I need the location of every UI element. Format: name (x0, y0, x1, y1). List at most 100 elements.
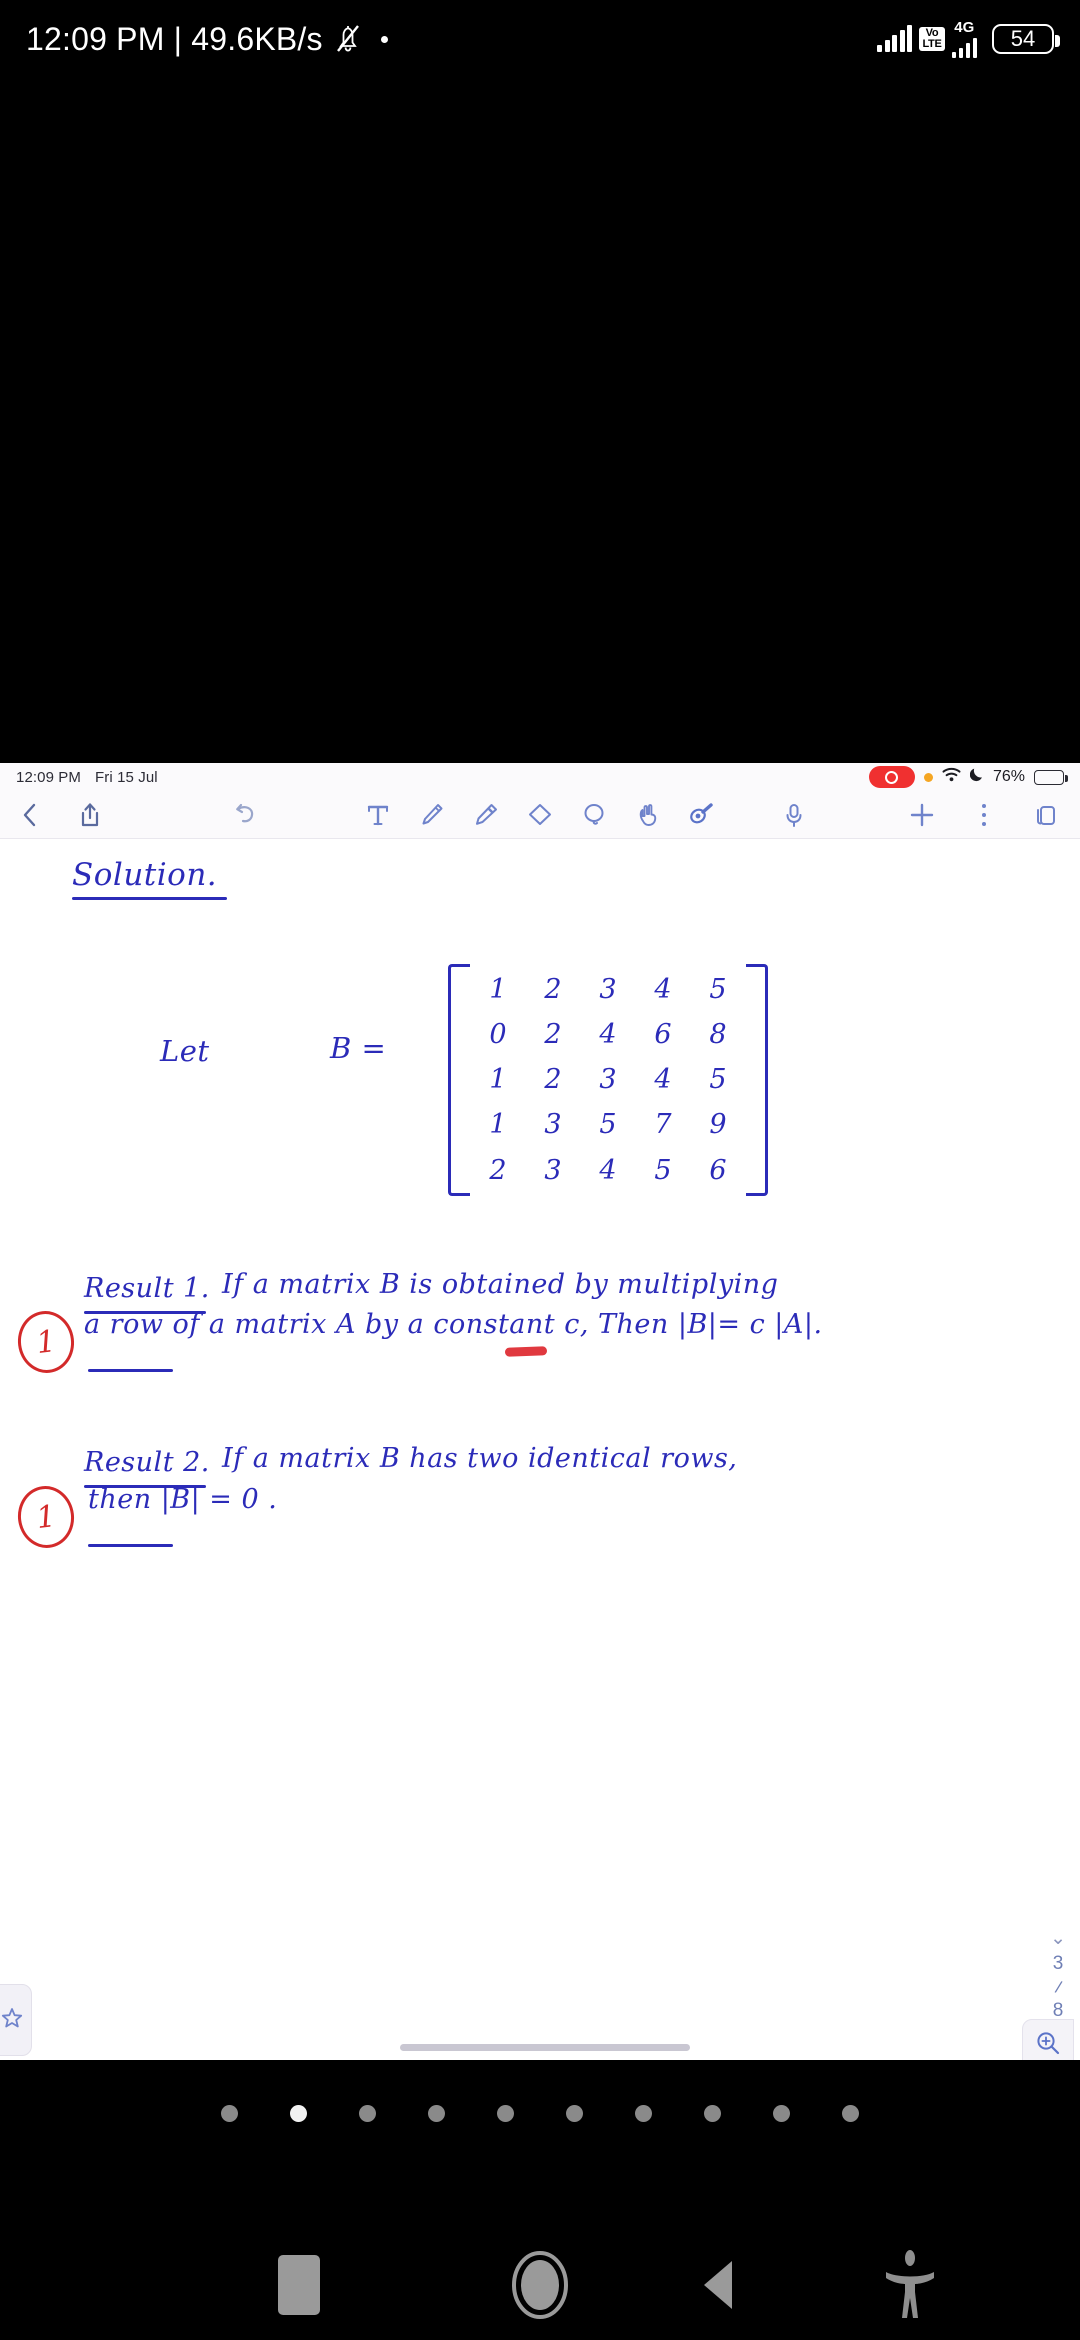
result-2-line-1: If a matrix B has two identical rows, (222, 1443, 738, 1474)
bookmark-tab[interactable] (0, 1984, 32, 2056)
result-1-bottom-rule (88, 1369, 173, 1372)
home-circle-icon[interactable] (509, 2248, 571, 2322)
result-2-margin-mark: 1 (14, 1482, 78, 1552)
matrix-cell: 4 (654, 974, 672, 1005)
page-dot[interactable] (704, 2105, 721, 2122)
note-toolbar (0, 791, 1080, 839)
recents-square-icon[interactable] (278, 2255, 320, 2315)
matrix-b-equals-label: B = (330, 1031, 387, 1065)
tablet-battery-icon (1034, 769, 1068, 785)
matrix-cell: 2 (544, 974, 562, 1005)
signal-bars-icon-sim2 (951, 36, 977, 58)
tablet-clock: 12:09 PM (16, 768, 82, 786)
matrix-cell: 1 (489, 1064, 507, 1096)
note-app-screenshot: 12:09 PM Fri 15 Jul 76% Solution. Let B … (0, 763, 1080, 2060)
note-canvas[interactable]: Solution. Let B = 1 2 3 4 5 0 2 4 6 8 1 (0, 839, 1080, 2060)
toolbar-right-group (906, 799, 1062, 831)
zoom-in-button[interactable] (1022, 2019, 1074, 2060)
matrix-cell: 3 (544, 1154, 562, 1186)
highlighter-icon[interactable] (470, 799, 502, 831)
matrix-cell: 5 (654, 1154, 672, 1186)
eraser-icon[interactable] (524, 799, 556, 831)
solution-heading-underline (72, 897, 227, 900)
matrix-cell: 9 (709, 1109, 727, 1141)
matrix-cell: 3 (544, 1109, 562, 1141)
solution-heading: Solution. (72, 857, 218, 893)
system-status-bar: 12:09 PM | 49.6KB/s Vo LTE 4G 54 (0, 0, 1080, 78)
status-clock-and-netspeed: 12:09 PM | 49.6KB/s (26, 20, 323, 57)
screen-recording-pill-icon (868, 766, 915, 788)
page-dot[interactable] (359, 2105, 376, 2122)
matrix-cell: 4 (599, 1154, 617, 1186)
result-1-line-1: If a matrix B is obtained by multiplying (222, 1269, 779, 1300)
more-vertical-icon[interactable] (968, 799, 1000, 831)
undo-icon[interactable] (228, 799, 260, 831)
toolbar-left-group (14, 799, 106, 831)
page-dot[interactable] (842, 2105, 859, 2122)
matrix-cell: 3 (599, 1064, 617, 1096)
matrix-cell: 0 (489, 1019, 507, 1051)
result-1-line-2: a row of a matrix A by a constant c, The… (84, 1309, 823, 1340)
matrix-cell: 2 (544, 1019, 562, 1051)
matrix-cell: 1 (489, 974, 507, 1005)
matrix-cell: 5 (709, 974, 727, 1005)
screen-root: 12:09 PM | 49.6KB/s Vo LTE 4G 54 12:09 P… (0, 0, 1080, 2340)
laser-pointer-icon[interactable] (686, 799, 718, 831)
plus-icon[interactable] (906, 799, 938, 831)
lasso-icon[interactable] (578, 799, 610, 831)
pages-icon[interactable] (1030, 799, 1062, 831)
matrix-cell: 5 (599, 1109, 617, 1141)
page-dot-active[interactable] (290, 2105, 307, 2122)
battery-icon: 54 (992, 24, 1060, 54)
result-2-title: Result 2. (84, 1447, 210, 1478)
result-2-line-2: then |B| = 0 . (88, 1484, 278, 1515)
matrix-cell: 2 (544, 1064, 562, 1096)
matrix-values-grid: 1 2 3 4 5 0 2 4 6 8 1 2 3 4 5 1 3 5 7 9 … (470, 964, 746, 1196)
page-dot[interactable] (566, 2105, 583, 2122)
do-not-disturb-moon-icon (969, 767, 984, 787)
result-1-title: Result 1. (84, 1273, 210, 1304)
page-dot[interactable] (221, 2105, 238, 2122)
share-icon[interactable] (74, 799, 106, 831)
gallery-page-dots[interactable] (0, 2105, 1080, 2122)
page-dot[interactable] (635, 2105, 652, 2122)
matrix-cell: 2 (489, 1154, 507, 1186)
matrix-cell: 7 (654, 1109, 672, 1141)
matrix-cell: 4 (654, 1064, 672, 1096)
constant-c-red-underline (504, 1346, 548, 1357)
wifi-icon (942, 767, 961, 787)
volte-bottom-label: LTE (922, 38, 942, 50)
tablet-date: Fri 15 Jul (95, 768, 158, 786)
tablet-battery-percent: 76% (992, 768, 1025, 785)
result-2-bottom-rule (88, 1544, 173, 1547)
tablet-status-bar: 12:09 PM Fri 15 Jul 76% (0, 763, 1080, 791)
android-navigation-bar (0, 2230, 1080, 2340)
status-bar-left: 12:09 PM | 49.6KB/s (26, 21, 388, 58)
tablet-status-left: 12:09 PM Fri 15 Jul (16, 769, 158, 786)
matrix-cell: 3 (599, 974, 617, 1005)
page-dot[interactable] (773, 2105, 790, 2122)
back-chevron-icon[interactable] (14, 799, 46, 831)
accessibility-icon[interactable] (880, 2248, 940, 2322)
matrix-cell: 5 (709, 1064, 727, 1096)
hand-icon[interactable] (632, 799, 664, 831)
tablet-status-right: 76% (868, 766, 1068, 788)
back-triangle-icon[interactable] (700, 2255, 738, 2315)
bell-slash-icon (333, 22, 363, 56)
network-type-indicator: 4G (951, 19, 977, 58)
microphone-icon[interactable] (778, 799, 810, 831)
horizontal-scroll-handle[interactable] (400, 2044, 690, 2051)
page-dot[interactable] (497, 2105, 514, 2122)
chevron-up-icon[interactable]: ⌄ (1050, 1929, 1066, 1948)
network-type-label: 4G (954, 19, 975, 36)
toolbar-tools-group (362, 799, 718, 831)
pen-icon[interactable] (416, 799, 448, 831)
page-dot[interactable] (428, 2105, 445, 2122)
text-T-icon[interactable] (362, 799, 394, 831)
toolbar-undo-group (228, 799, 260, 831)
notification-dot-icon (380, 35, 388, 43)
status-bar-right: Vo LTE 4G 54 (877, 19, 1060, 58)
let-label: Let (160, 1034, 210, 1068)
toolbar-mic-group (778, 799, 810, 831)
matrix-cell: 8 (709, 1019, 727, 1051)
